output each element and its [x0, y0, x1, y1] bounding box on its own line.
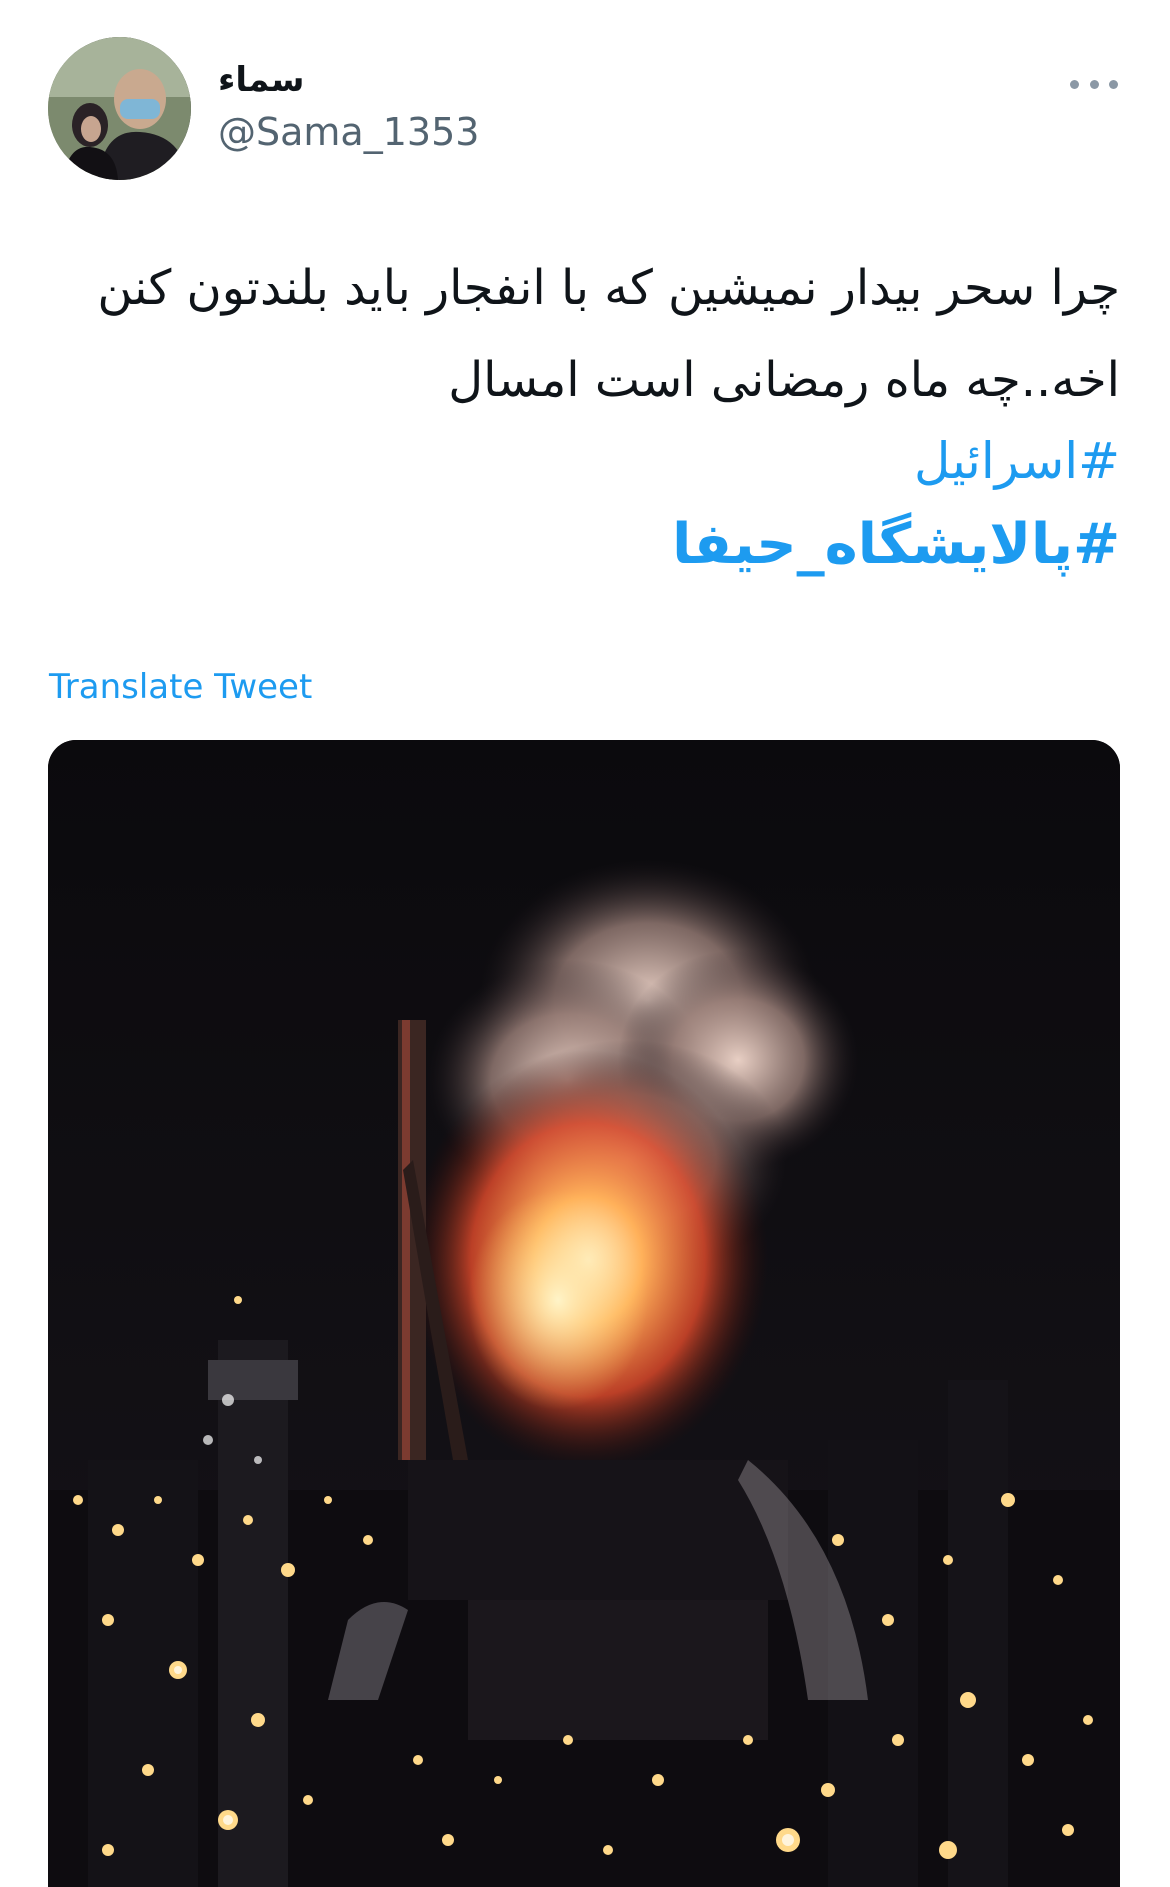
translate-tweet-link[interactable]: Translate Tweet — [49, 667, 312, 707]
tweet-text: چرا سحر بیدار نمیشین که با انفجار باید ب… — [97, 260, 1120, 408]
hashtag-haifa-refinery[interactable]: #پالایشگاه_حیفا — [672, 512, 1120, 577]
more-options-button[interactable] — [1070, 66, 1118, 102]
user-handle[interactable]: @Sama_1353 — [218, 110, 479, 154]
tweet-photo[interactable] — [48, 740, 1120, 1887]
more-icon-dot — [1070, 79, 1079, 89]
more-icon-dot — [1089, 79, 1099, 89]
display-name[interactable]: سماء — [218, 60, 304, 100]
hashtag-israel[interactable]: #اسرائیل — [914, 432, 1120, 490]
avatar[interactable] — [48, 37, 191, 180]
more-icon-dot — [1109, 79, 1118, 89]
tweet-card: سماء @Sama_1353 چرا سحر بیدار نمیشین که … — [0, 0, 1170, 1887]
